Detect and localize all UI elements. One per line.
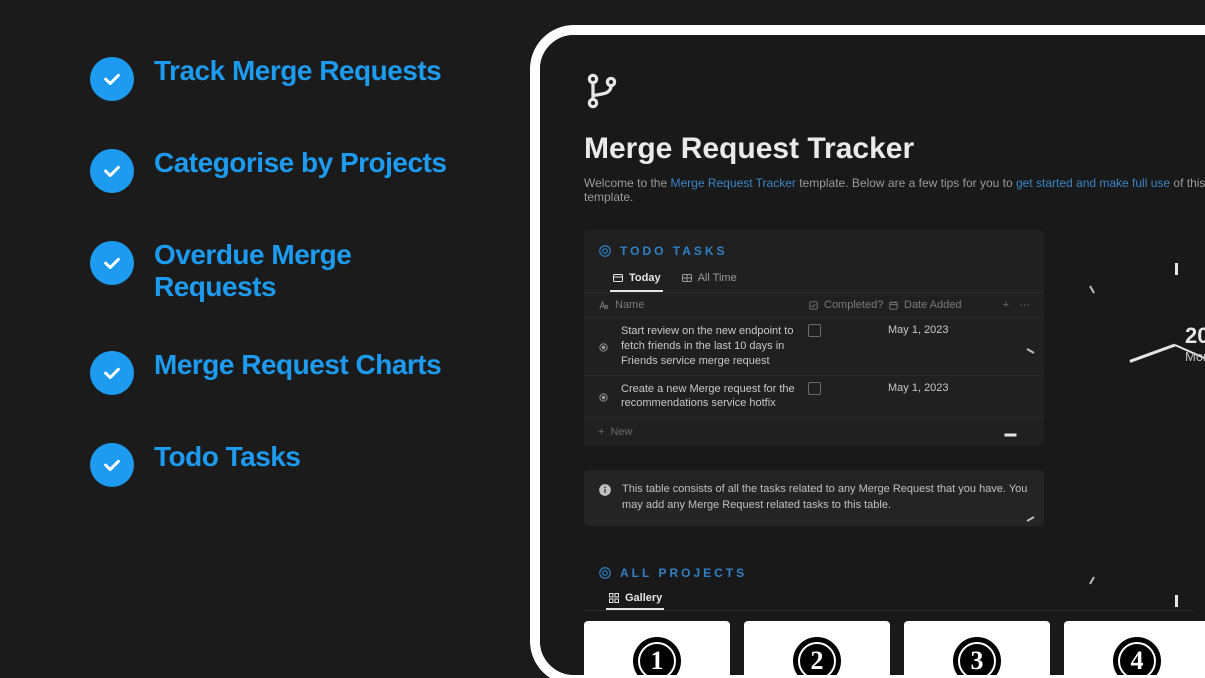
check-icon bbox=[90, 443, 134, 487]
project-cards: 1 2 3 4 bbox=[584, 621, 1205, 678]
project-card[interactable]: 4 bbox=[1064, 621, 1205, 678]
feature-item: Overdue Merge Requests bbox=[90, 239, 450, 303]
tab-all-time-label: All Time bbox=[698, 272, 737, 284]
intro-link[interactable]: Merge Request Tracker bbox=[670, 176, 795, 190]
hour-hand bbox=[1129, 344, 1175, 363]
more-icon[interactable]: ··· bbox=[1019, 299, 1030, 311]
feature-label: Merge Request Charts bbox=[154, 349, 441, 381]
tab-all-time[interactable]: All Time bbox=[679, 266, 739, 292]
info-text: This table consists of all the tasks rel… bbox=[622, 482, 1030, 514]
clock-day: Monday bbox=[1185, 349, 1205, 364]
tab-gallery-label: Gallery bbox=[625, 592, 662, 604]
check-icon bbox=[90, 57, 134, 101]
tab-today-label: Today bbox=[629, 272, 661, 284]
table-icon bbox=[681, 272, 693, 284]
row-date: May 1, 2023 bbox=[888, 324, 949, 336]
intro-text: Welcome to the Merge Request Tracker tem… bbox=[584, 176, 1205, 204]
number-badge: 1 bbox=[633, 637, 681, 678]
row-name: Create a new Merge request for the recom… bbox=[621, 382, 808, 412]
add-column-icon[interactable]: + bbox=[1003, 299, 1009, 311]
plus-icon: + bbox=[598, 426, 604, 438]
check-icon bbox=[90, 351, 134, 395]
col-name-label: Name bbox=[615, 299, 644, 311]
checkbox[interactable] bbox=[808, 382, 821, 395]
todo-title: TODO TASKS bbox=[620, 244, 728, 258]
calendar-icon bbox=[888, 300, 899, 311]
new-row-button[interactable]: + New bbox=[584, 418, 1044, 446]
info-icon bbox=[598, 483, 612, 514]
feature-item: Categorise by Projects bbox=[90, 147, 450, 193]
check-icon bbox=[90, 241, 134, 285]
todo-section: TODO TASKS Today All Time bbox=[584, 230, 1044, 446]
projects-title: ALL PROJECTS bbox=[620, 566, 747, 580]
target-icon bbox=[598, 566, 612, 580]
number-badge: 2 bbox=[793, 637, 841, 678]
table-header: Name Completed? Date Added + ··· bbox=[584, 293, 1044, 318]
number-badge: 3 bbox=[953, 637, 1001, 678]
feature-label: Categorise by Projects bbox=[154, 147, 446, 179]
row-date: May 1, 2023 bbox=[888, 382, 949, 394]
table-row[interactable]: Start review on the new endpoint to fetc… bbox=[584, 318, 1044, 376]
projects-section: ALL PROJECTS Gallery 1 2 3 bbox=[584, 566, 1205, 678]
table-row[interactable]: Create a new Merge request for the recom… bbox=[584, 376, 1044, 419]
page-icon bbox=[598, 392, 609, 403]
feature-label: Todo Tasks bbox=[154, 441, 300, 473]
clock-widget: 20:19 Monday bbox=[1080, 245, 1205, 445]
feature-item: Todo Tasks bbox=[90, 441, 450, 487]
col-completed-label: Completed? bbox=[824, 299, 883, 311]
feature-list: Track Merge Requests Categorise by Proje… bbox=[90, 55, 450, 533]
project-card[interactable]: 1 bbox=[584, 621, 730, 678]
checkbox-icon bbox=[808, 300, 819, 311]
col-date-label: Date Added bbox=[904, 299, 962, 311]
checkbox[interactable] bbox=[808, 324, 821, 337]
intro-mid: template. Below are a few tips for you t… bbox=[796, 176, 1016, 190]
notion-page: Merge Request Tracker Welcome to the Mer… bbox=[540, 35, 1205, 675]
intro-link[interactable]: get started and make full use bbox=[1016, 176, 1170, 190]
number-badge: 4 bbox=[1113, 637, 1161, 678]
feature-item: Track Merge Requests bbox=[90, 55, 450, 101]
project-card[interactable]: 3 bbox=[904, 621, 1050, 678]
text-icon bbox=[598, 300, 609, 311]
tab-today[interactable]: Today bbox=[610, 266, 663, 292]
info-callout: This table consists of all the tasks rel… bbox=[584, 470, 1044, 526]
row-name: Start review on the new endpoint to fetc… bbox=[621, 324, 808, 369]
todo-tabs: Today All Time bbox=[584, 266, 1044, 293]
git-branch-icon bbox=[584, 73, 1205, 114]
project-card[interactable]: 2 bbox=[744, 621, 890, 678]
check-icon bbox=[90, 149, 134, 193]
intro-prefix: Welcome to the bbox=[584, 176, 670, 190]
device-frame: Merge Request Tracker Welcome to the Mer… bbox=[530, 25, 1205, 678]
gallery-icon bbox=[608, 592, 620, 604]
feature-item: Merge Request Charts bbox=[90, 349, 450, 395]
tab-gallery[interactable]: Gallery bbox=[606, 588, 664, 610]
feature-label: Track Merge Requests bbox=[154, 55, 441, 87]
new-label: New bbox=[610, 426, 632, 438]
clock-time: 20:19 bbox=[1185, 323, 1205, 349]
feature-label: Overdue Merge Requests bbox=[154, 239, 450, 303]
target-icon bbox=[598, 244, 612, 258]
page-title: Merge Request Tracker bbox=[584, 132, 1205, 166]
page-icon bbox=[598, 342, 609, 353]
list-icon bbox=[612, 272, 624, 284]
